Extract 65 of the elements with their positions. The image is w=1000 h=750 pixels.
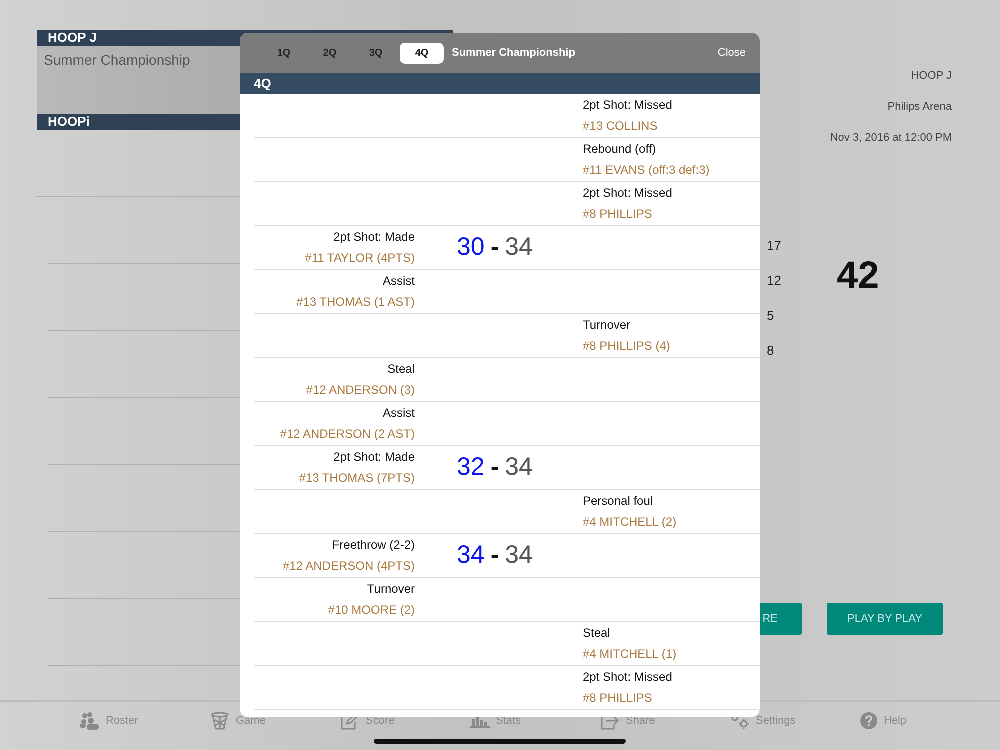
home-score: 30 — [457, 233, 485, 262]
game-info: HOOP J — [911, 70, 952, 82]
away-score: 34 — [505, 233, 533, 262]
score-separator: - — [490, 453, 500, 482]
tab-bar-item[interactable]: Stats — [470, 702, 600, 740]
team-name: HOOPi — [48, 115, 90, 129]
play-action: Turnover — [367, 582, 415, 596]
section-title: 4Q — [254, 75, 272, 93]
score-separator: - — [490, 541, 500, 570]
player-name: #11 EVANS (off:3 def:3) — [583, 163, 710, 177]
play-action: Assist — [382, 274, 415, 288]
play-action: Turnover — [583, 318, 631, 332]
play-action: 2pt Shot: Missed — [583, 98, 672, 112]
hoop-icon — [210, 712, 230, 730]
player-name: #4 MITCHELL (2) — [583, 515, 677, 529]
player-name: #12 ANDERSON (2 AST) — [280, 427, 415, 441]
player-name: #8 PHILLIPS (4) — [583, 339, 670, 353]
people-icon — [80, 712, 100, 730]
home-score: 32 — [457, 453, 485, 482]
player-name: #11 TAYLOR (4PTS) — [305, 251, 415, 265]
away-score: 34 — [505, 453, 533, 482]
play-action: Steal — [583, 626, 610, 640]
home-score: 34 — [457, 541, 485, 570]
tab-bar-item[interactable]: Game — [210, 702, 340, 740]
team-name: HOOP J — [48, 31, 97, 45]
player-name: #12 ANDERSON (3) — [306, 383, 415, 397]
quarter-tab[interactable]: 3Q — [354, 42, 398, 64]
bar-chart-icon — [470, 714, 490, 728]
player-name: #13 THOMAS (1 AST) — [296, 295, 415, 309]
player-name: #12 ANDERSON (4PTS) — [282, 559, 415, 573]
play-action: Assist — [382, 406, 415, 420]
stat-value: 8 — [767, 343, 776, 358]
dialog-title: Summer Championship — [452, 47, 576, 59]
play-action: 2pt Shot: Made — [334, 450, 415, 464]
game-info: Philips Arena — [888, 101, 952, 113]
play-action: Personal foul — [583, 494, 654, 508]
play-by-play-button[interactable]: PLAY BY PLAY — [827, 603, 943, 635]
quarter-tab[interactable]: 1Q — [262, 42, 306, 64]
player-name: #13 THOMAS (7PTS) — [299, 471, 415, 485]
quarter-tab[interactable]: 2Q — [308, 42, 352, 64]
player-name: #4 MITCHELL (1) — [583, 647, 677, 661]
close-button[interactable]: Close — [718, 47, 746, 59]
game-info: Nov 3, 2016 at 12:00 PM — [830, 132, 952, 144]
play-action: 2pt Shot: Missed — [583, 670, 672, 684]
tab-bar-item[interactable]: Help — [860, 702, 990, 740]
player-name: #8 PHILLIPS — [583, 207, 652, 221]
quarter-tab[interactable]: 4Q — [400, 42, 444, 64]
play-action: Rebound (off) — [583, 142, 656, 156]
event-name: Summer Championship — [44, 52, 190, 68]
play-action: 2pt Shot: Made — [334, 230, 415, 244]
player-name: #10 MOORE (2) — [328, 603, 415, 617]
tab-bar-item[interactable]: Roster — [80, 702, 210, 740]
play-action: Steal — [388, 362, 415, 376]
player-name: #13 COLLINS — [583, 119, 658, 133]
help-icon — [860, 712, 878, 730]
tab-bar-item[interactable]: Score — [340, 702, 470, 740]
stat-value: 17 — [767, 238, 782, 253]
play-action: 2pt Shot: Missed — [583, 186, 672, 200]
player-name: #8 PHILLIPS — [583, 691, 652, 705]
stat-value: 12 — [767, 273, 782, 288]
away-score: 34 — [505, 541, 533, 570]
total-score: 42 — [837, 255, 880, 299]
score-separator: - — [490, 233, 500, 262]
play-action: Freethrow (2-2) — [332, 538, 415, 552]
stat-value: 5 — [767, 308, 776, 323]
